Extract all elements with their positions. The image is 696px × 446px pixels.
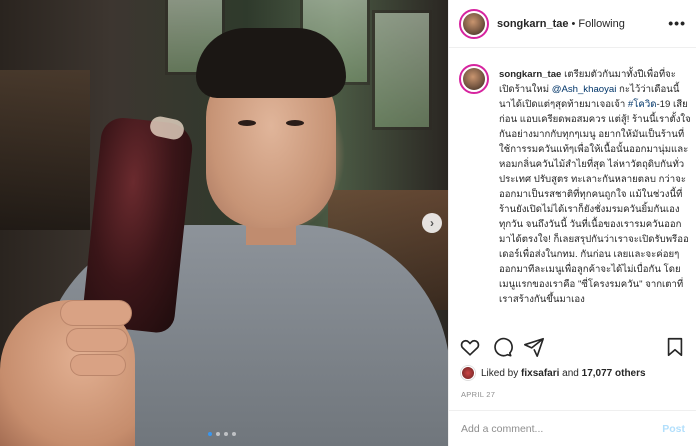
- caption-hashtag-link[interactable]: #โควิด: [628, 99, 657, 110]
- likes-summary: Liked by fixsafari and 17,077 others: [461, 366, 646, 380]
- caption-area: songkarn_tae เตรียมตัวกันมาทั้งปีเพื่อที…: [459, 56, 691, 326]
- carousel-dot: [232, 432, 236, 436]
- comment-input[interactable]: [461, 422, 663, 435]
- photo-shelf: [0, 70, 90, 230]
- header-username[interactable]: songkarn_tae: [497, 18, 569, 30]
- caption-avatar[interactable]: [459, 64, 489, 94]
- post-panel: songkarn_tae • Following ••• songkarn_ta…: [448, 0, 696, 446]
- following-button[interactable]: Following: [578, 18, 624, 30]
- carousel-dot: [216, 432, 220, 436]
- post-date[interactable]: APRIL 27: [461, 390, 495, 399]
- photo-window: [372, 10, 432, 130]
- photo-finger: [66, 328, 128, 352]
- photo-eye: [238, 120, 256, 126]
- photo-hair: [196, 28, 346, 98]
- caption-text: songkarn_tae เตรียมตัวกันมาทั้งปีเพื่อที…: [499, 67, 691, 307]
- carousel-dot: [224, 432, 228, 436]
- photo-finger: [60, 300, 132, 326]
- liker-avatar[interactable]: [461, 366, 475, 380]
- likes-count-link[interactable]: 17,077 others: [582, 368, 646, 379]
- post-photo[interactable]: ›: [0, 0, 448, 446]
- separator-dot: •: [571, 17, 576, 30]
- post-comment-button[interactable]: Post: [662, 423, 685, 435]
- chevron-right-icon: ›: [430, 216, 434, 230]
- bookmark-icon[interactable]: [664, 336, 686, 358]
- action-bar: [459, 336, 686, 360]
- photo-finger: [70, 354, 126, 376]
- likes-and: and: [562, 367, 579, 379]
- caption-mention-link[interactable]: @Ash_khaoyai: [552, 84, 617, 95]
- more-options-icon[interactable]: •••: [668, 15, 686, 31]
- liker-username[interactable]: fixsafari: [521, 368, 559, 379]
- comment-icon[interactable]: [491, 336, 513, 358]
- photo-eye: [286, 120, 304, 126]
- likes-prefix: Liked by: [481, 367, 519, 379]
- caption-username[interactable]: songkarn_tae: [499, 69, 561, 80]
- caption-segment: -19 เสียก่อน แอบเครียดพอสมควร แต่สู้! ร้…: [499, 99, 691, 305]
- heart-icon[interactable]: [459, 336, 481, 358]
- avatar[interactable]: [459, 8, 489, 39]
- share-icon[interactable]: [523, 336, 545, 358]
- next-photo-button[interactable]: ›: [422, 213, 442, 233]
- comment-bar: Post: [449, 410, 696, 446]
- carousel-dots: [208, 432, 236, 436]
- carousel-dot: [208, 432, 212, 436]
- post-header: songkarn_tae • Following •••: [449, 0, 696, 48]
